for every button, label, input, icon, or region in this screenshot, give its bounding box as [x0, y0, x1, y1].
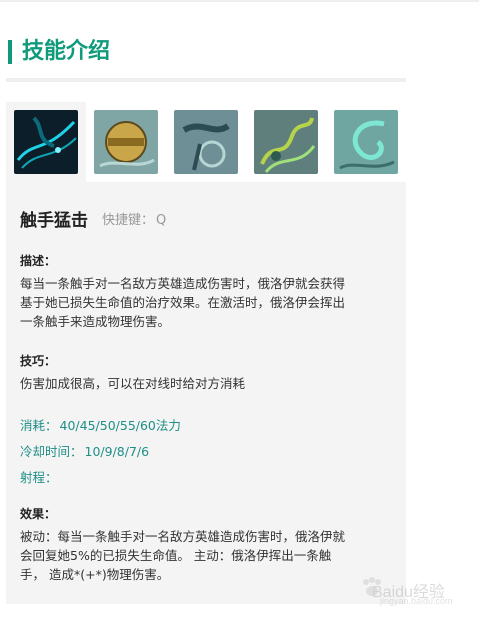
baidu-watermark: Baidu经验 jingyan.baidu.com — [360, 572, 470, 612]
leap-of-faith-icon[interactable] — [334, 110, 398, 174]
skill-icon-row — [6, 102, 406, 182]
cost-row: 消耗： 40/45/50/55/60法力 — [20, 415, 181, 434]
section-header: 技能介绍 — [6, 38, 406, 82]
watermark-subtext: jingyan.baidu.com — [380, 596, 453, 606]
skill-name: 触手猛击 — [20, 211, 88, 231]
description-label: 描述： — [20, 254, 57, 268]
effect-line: 被动：每当一条触手对一名敌方英雄造成伤害时，俄洛伊就 — [20, 529, 346, 544]
skill-tab-3[interactable] — [166, 102, 246, 182]
effect-line: 会回复她5%的已损失生命值。 主动：俄洛伊挥出一条触 — [20, 548, 332, 563]
cost-label: 消耗： — [20, 418, 58, 433]
skill-tab-2[interactable] — [86, 102, 166, 182]
tips-text: 伤害加成很高，可以在对线时给对方消耗 — [20, 376, 246, 391]
spirit-pull-icon[interactable] — [174, 110, 238, 174]
cooldown-label: 冷却时间： — [20, 444, 83, 459]
tentacle-smash-icon[interactable] — [14, 110, 78, 174]
hotkey-label: 快捷键： — [102, 213, 155, 228]
skill-tab-5[interactable] — [326, 102, 406, 182]
tips-label: 技巧： — [20, 354, 57, 368]
description-line: 基于她已损失生命值的治疗效果。在激活时，俄洛伊会挥出 — [20, 295, 346, 310]
cooldown-value: 10/9/8/7/6 — [84, 444, 150, 459]
section-title: 技能介绍 — [22, 39, 111, 64]
description-text: 每当一条触手对一名敌方英雄造成伤害时，俄洛伊就会获得 基于她已损失生命值的治疗效… — [20, 274, 392, 331]
description-line: 一条触手来造成物理伤害。 — [20, 314, 171, 329]
top-divider — [0, 0, 479, 2]
effect-line: 手， 造成*(+*)物理伤害。 — [20, 567, 170, 582]
skill-detail-panel: 触手猛击 快捷键： Q 描述： 每当一条触手对一名敌方英雄造成伤害时，俄洛伊就会获… — [6, 182, 406, 604]
description-line: 每当一条触手对一名敌方英雄造成伤害时，俄洛伊就会获得 — [20, 276, 346, 291]
test-of-spirit-icon[interactable] — [254, 110, 318, 174]
cooldown-row: 冷却时间： 10/9/8/7/6 — [20, 441, 149, 460]
range-label: 射程： — [20, 470, 58, 485]
section-accent-bar — [8, 40, 12, 64]
section-divider — [6, 78, 406, 82]
skill-tab-4[interactable] — [246, 102, 326, 182]
idol-icon[interactable] — [94, 110, 158, 174]
cost-value: 40/45/50/55/60法力 — [59, 418, 181, 433]
effect-label: 效果： — [20, 507, 57, 521]
range-row: 射程： — [20, 467, 60, 486]
hotkey-value: Q — [156, 213, 167, 228]
hotkey-info: 快捷键： Q — [102, 209, 168, 228]
skill-tab-1[interactable] — [6, 102, 86, 182]
effect-text: 被动：每当一条触手对一名敌方英雄造成伤害时，俄洛伊就 会回复她5%的已损失生命值… — [20, 527, 392, 584]
